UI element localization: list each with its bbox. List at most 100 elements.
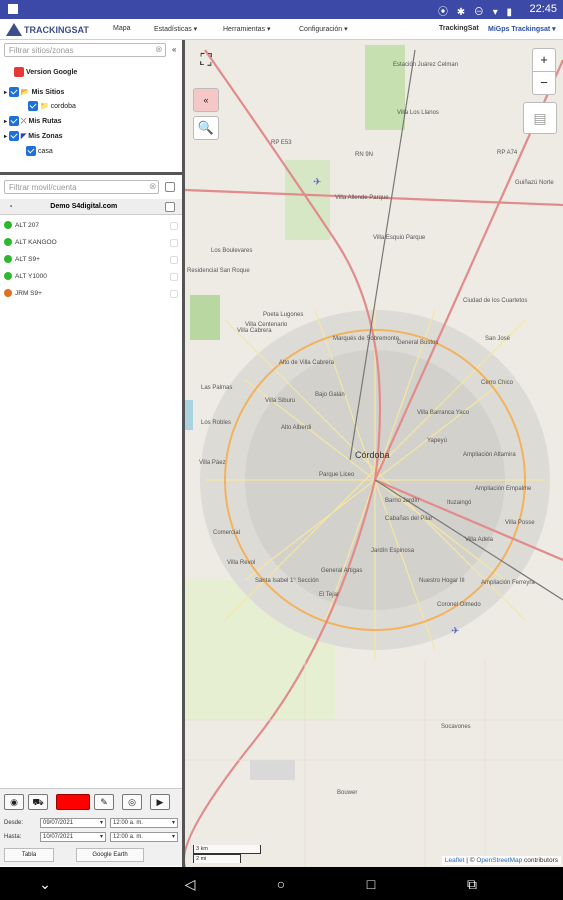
google-earth-button[interactable]: Google Earth <box>76 848 144 862</box>
color-picker-button[interactable] <box>56 794 90 810</box>
map-label: Villa Esquiú Parque <box>373 235 426 241</box>
desde-time-select[interactable]: 12:00 a. m. <box>110 818 178 828</box>
car-icon[interactable]: ⛟ <box>28 794 48 810</box>
map-label: Villa Barranca Yaco <box>417 410 470 416</box>
map-label: El Tejar <box>319 592 339 598</box>
desde-label: Desde: <box>4 820 24 826</box>
vehicle-filter-input[interactable]: Filtrar movil/cuenta <box>4 180 159 194</box>
osm-link[interactable]: OpenStreetMap <box>476 857 522 864</box>
map-label: General Artigas <box>321 568 363 574</box>
map-label: Ciudad de los Cuartetos <box>463 298 528 304</box>
clear-icon[interactable]: ⊗ <box>155 44 163 55</box>
panel-divider[interactable] <box>0 172 182 175</box>
vehicle-row[interactable]: ALT Y1000 <box>4 270 47 284</box>
group-checkbox[interactable] <box>165 202 175 212</box>
vehicle-checkbox[interactable] <box>170 256 178 264</box>
desde-date-select[interactable]: 09/07/2021 <box>40 818 106 828</box>
sites-filter-input[interactable]: Filtrar sitios/zonas <box>4 43 166 57</box>
map-label: Villa Posse <box>505 520 535 526</box>
vehicle-checkbox[interactable] <box>170 222 178 230</box>
menu-herramientas[interactable]: Herramientas ▾ <box>223 25 270 33</box>
clear-icon[interactable]: ⊗ <box>149 181 157 192</box>
select-all-checkbox[interactable] <box>165 182 175 192</box>
recents-icon[interactable]: □ <box>362 875 380 893</box>
checkbox-checked[interactable] <box>8 116 19 127</box>
logo[interactable]: TRACKINGSAT <box>6 22 106 38</box>
map-label: Barrio Jardín <box>385 498 420 504</box>
target-icon[interactable]: ◎ <box>122 794 142 810</box>
checkbox-checked[interactable] <box>8 131 19 142</box>
map-view[interactable]: ✈ ✈ Estación Juárez Celman Villa Los Lla… <box>185 40 563 867</box>
home-icon[interactable]: ○ <box>272 875 290 893</box>
back-icon[interactable]: ◁ <box>181 875 199 893</box>
vehicle-row[interactable]: ALT KANGOO <box>4 236 57 250</box>
menu-configuracion[interactable]: Configuración ▾ <box>299 25 348 33</box>
zoom-in-button[interactable]: + <box>532 48 556 72</box>
google-icon <box>14 67 24 78</box>
tree-item-casa[interactable]: casa <box>26 146 53 158</box>
record-icon[interactable]: ◉ <box>4 794 24 810</box>
clock: 22:45 <box>529 3 557 15</box>
leaflet-link[interactable]: Leaflet <box>445 857 465 864</box>
pen-icon[interactable]: ✎ <box>94 794 114 810</box>
tree-item-cordoba[interactable]: 📁 cordoba <box>28 101 76 113</box>
status-dot-icon <box>4 221 12 230</box>
map-label: Alto Alberdi <box>281 425 312 431</box>
hasta-label: Hasta: <box>4 834 22 840</box>
android-status-bar: ⦿ ✱ ⊖ ▾ ▮ 22:45 <box>0 0 563 19</box>
map-label: RP E53 <box>271 140 292 146</box>
collapse-panel-icon[interactable]: « <box>193 88 219 112</box>
tree-root[interactable]: Version Google <box>14 67 77 79</box>
map-label: Comercial <box>213 530 241 536</box>
search-icon[interactable]: 🔍 <box>193 116 219 140</box>
folder-icon: 📂 <box>20 89 30 96</box>
route-icon: ⤫ <box>20 118 27 125</box>
menu-estadisticas[interactable]: Estadísticas ▾ <box>154 25 197 33</box>
vehicle-row[interactable]: ALT S9+ <box>4 253 40 267</box>
hasta-date-select[interactable]: 10/07/2021 <box>40 832 106 842</box>
layers-icon[interactable]: ▤ <box>523 102 557 134</box>
tree-item-mis-sitios[interactable]: ▸ 📂 Mis Sitios <box>4 87 64 99</box>
svg-text:✈: ✈ <box>313 177 321 188</box>
menu-mapa[interactable]: Mapa <box>113 25 131 32</box>
hasta-time-select[interactable]: 12:00 a. m. <box>110 832 178 842</box>
map-label: Estación Juárez Celman <box>393 62 459 68</box>
map-label: Villa Siburu <box>265 398 296 404</box>
fullscreen-icon[interactable]: ⛶ <box>193 50 219 74</box>
history-tools: ◉ ⛟ ✎ ◎ ▶ Desde: 09/07/2021 12:00 a. m. … <box>0 788 182 866</box>
collapse-panel-icon[interactable]: « <box>172 45 176 54</box>
zoom-out-button[interactable]: − <box>532 71 556 95</box>
map-label: Parque Liceo <box>319 472 355 478</box>
checkbox-checked[interactable] <box>26 146 36 157</box>
user-menu[interactable]: MiGps Trackingsat ▾ <box>488 25 556 33</box>
tabla-button[interactable]: Tabla <box>4 848 54 862</box>
map-label: Los Boulevares <box>211 248 253 254</box>
vehicle-row[interactable]: ALT 207 <box>4 219 39 233</box>
brand-label: TrackingSat <box>439 25 479 32</box>
map-label: Villa Centenario <box>245 322 288 328</box>
map-label: Poeta Lugones <box>263 312 304 318</box>
tree-item-mis-zonas[interactable]: ▸ ◤ Mis Zonas <box>4 131 63 143</box>
vehicle-group-header[interactable]: - Demo S4digital.com <box>0 199 182 215</box>
play-icon[interactable]: ▶ <box>150 794 170 810</box>
map-label: Yapeyú <box>427 438 447 444</box>
status-icons: ⦿ ✱ ⊖ ▾ ▮ <box>437 7 515 18</box>
vehicle-checkbox[interactable] <box>170 290 178 298</box>
map-label: Bouwer <box>337 790 358 796</box>
checkbox-checked[interactable] <box>28 101 38 112</box>
map-label: RP A74 <box>497 150 518 156</box>
screen-toggle-icon[interactable]: ⧉ <box>463 875 481 893</box>
checkbox-checked[interactable] <box>8 87 19 98</box>
keyboard-hide-icon[interactable]: ⌄ <box>36 875 54 893</box>
vehicle-checkbox[interactable] <box>170 239 178 247</box>
map-label: Cerro Chico <box>481 380 514 386</box>
vehicle-checkbox[interactable] <box>170 273 178 281</box>
left-panel: Filtrar sitios/zonas ⊗ « Version Google … <box>0 40 185 867</box>
tree-item-mis-rutas[interactable]: ▸ ⤫ Mis Rutas <box>4 116 62 128</box>
map-label: Ampliación Altamira <box>463 452 516 458</box>
map-label: General Bustos <box>397 340 439 346</box>
collapse-icon[interactable]: - <box>10 203 12 210</box>
map-label: Villa Páez <box>199 460 226 466</box>
map-label: Coronel Olmedo <box>437 602 481 608</box>
vehicle-row[interactable]: JRM S9+ <box>4 287 42 301</box>
